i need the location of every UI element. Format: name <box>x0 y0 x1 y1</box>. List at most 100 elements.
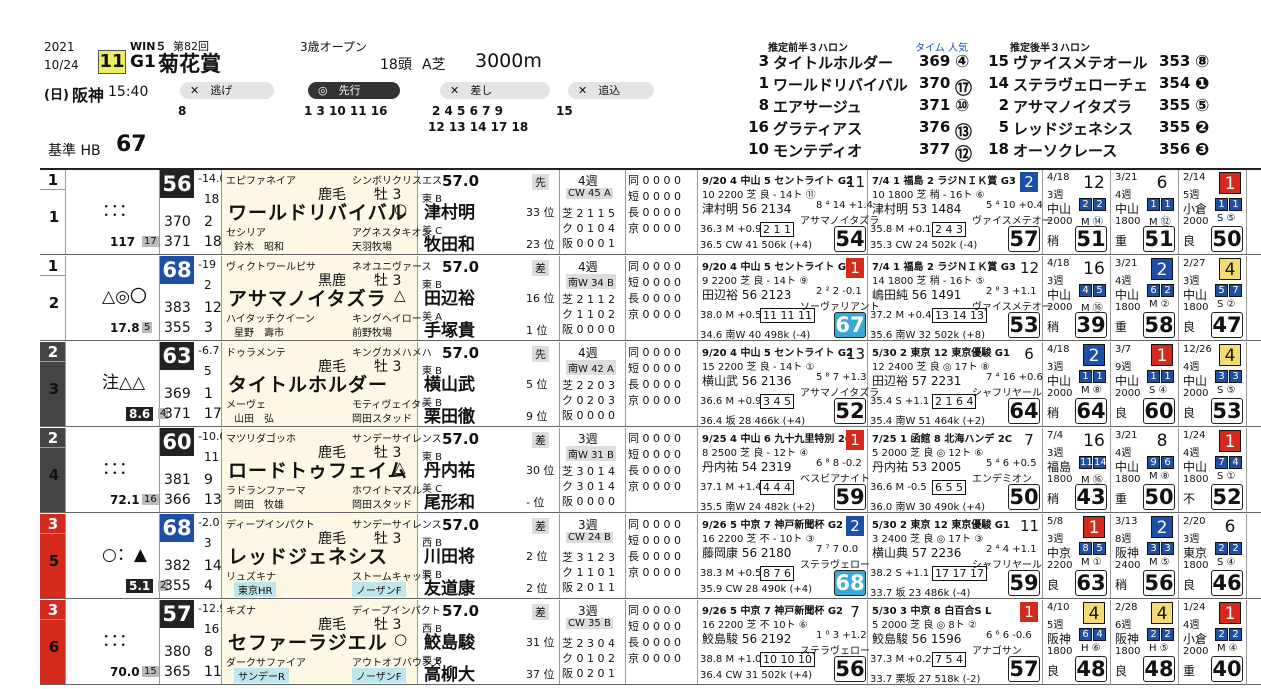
prediction-marks: ：：： <box>102 631 136 651</box>
prev2-conditions: 10 1800 芝 稍 - 16ト ⑥ <box>872 190 985 201</box>
prev1-lap: 38.0 M +0.5 <box>700 310 762 321</box>
prediction-marks-cell: ○：▲ 5.1 2 <box>66 514 169 598</box>
prev-race-2: 5/30 2 東京 12 東京優駿 G1 6 12 2400 芝 良 ◎ 17ト… <box>868 342 1043 427</box>
history-weeks: 3週 <box>1047 276 1064 287</box>
history-pace: M ⑤ <box>1149 557 1170 568</box>
trainer-name[interactable]: 牧田和 <box>424 230 475 255</box>
history-pace: S ② <box>1217 299 1236 310</box>
horse-row[interactable]: 2 3 注△△ 8.6 4 63 -6.7 5 369 1 371 17 ドゥラ… <box>40 342 1261 427</box>
prediction-marks: 注△△ <box>102 373 146 393</box>
history-finish: 1 <box>1219 172 1241 194</box>
history-finish: 16 <box>1083 431 1105 451</box>
running-style: 先 <box>532 174 549 190</box>
prev2-jockey-time: 丹内祐 53 2005 <box>872 460 962 474</box>
prev1-score: 67 <box>834 312 866 338</box>
ranking-popularity: ❶ <box>1195 74 1210 94</box>
horse-name[interactable]: タイトルホルダー <box>228 370 388 397</box>
speed-index: 57 <box>160 600 194 628</box>
horse-name[interactable]: ワールドリバイバル <box>228 198 408 225</box>
history-distance: 2200 <box>1047 560 1073 571</box>
carried-weight: 57.0 <box>442 258 480 276</box>
jockey-name[interactable]: 横山武 <box>424 370 475 395</box>
speed-rank: 3 <box>204 536 212 550</box>
prev1-winner: ステラヴェロー <box>800 560 870 571</box>
odds-popularity: 16 <box>142 494 159 505</box>
stat-kyoto: 京 0 0 0 0 <box>628 308 681 321</box>
course-record-1: 芝 2 2 0 3 <box>562 379 615 392</box>
jockey-name[interactable]: 川田将 <box>424 542 475 567</box>
trainer-rank: 1 位 <box>526 324 548 337</box>
history-h5: 12/26 4 4週 中山 3 3 2000 S ⑤ 良 53 <box>1179 342 1247 426</box>
prev1-jockey-time: 津村明 56 2134 <box>702 202 792 216</box>
history-date: 1/24 <box>1183 430 1206 441</box>
speed-index: 56 <box>160 170 194 198</box>
race-day: (日) <box>44 88 69 103</box>
jockey-name[interactable]: 丹内祐 <box>424 456 475 481</box>
prev2-margin: 2 ⁸ 3 +1.1 <box>986 286 1037 297</box>
jockey-name[interactable]: 田辺裕 <box>424 284 475 309</box>
carried-weight: 57.0 <box>442 172 480 190</box>
prev2-lap: 37.2 M +0.4 <box>870 310 932 321</box>
history-h3: 4/18 16 3週 中山 4 5 2000 M ⑯ 稍 39 <box>1043 256 1111 340</box>
history-venue: 中山 <box>1115 460 1140 474</box>
prev1-score: 56 <box>834 656 866 682</box>
prediction-marks-cell: ：：： 117 17 <box>66 170 160 254</box>
prev1-winner: ベスビアナイト <box>800 474 870 485</box>
history-pace: S ④ <box>1217 557 1236 568</box>
horse-row[interactable]: 1 2 △◎〇 17.8 5 68 -19 2 383 12 355 3 ヴィク… <box>40 256 1261 341</box>
trainer-name[interactable]: 友道康 <box>424 574 475 599</box>
horse-name[interactable]: セファーラジエル <box>228 628 388 655</box>
history-pace: H ⑥ <box>1081 643 1101 654</box>
stats-cell: 同 0 0 0 0 短 0 0 0 0 長 0 0 0 0 京 0 0 0 0 <box>626 342 698 426</box>
ranking-number: 18 <box>988 140 1009 158</box>
ranking-number: 10 <box>748 140 769 158</box>
horse-name[interactable]: ロードトゥフェイム <box>228 456 408 483</box>
history-weeks: 3週 <box>1047 534 1064 545</box>
prev1-passing: 8 7 6 <box>760 566 794 581</box>
prev1-conditions: 16 2200 芝 不 - 10ト ③ <box>702 534 815 545</box>
jockey-name[interactable]: 鮫島駿 <box>424 628 475 653</box>
trainer-name[interactable]: 尾形和 <box>424 488 475 513</box>
ranking-time: 356 <box>1159 140 1191 158</box>
ranking-horse-name: モンテディオ <box>773 142 862 160</box>
ranking-row: 10 モンテディオ 377 ⑫ <box>745 140 985 165</box>
dam: メーヴェ <box>226 400 266 411</box>
breeder: 前野牧場 <box>352 328 392 339</box>
history-date: 2/20 <box>1183 516 1206 527</box>
prev1-finish: 11 <box>846 173 866 191</box>
last-3f: 355 <box>164 578 191 594</box>
prediction-marks: ：：： <box>102 201 136 221</box>
prev2-last: 35.3 CW 24 502k (-4) <box>870 240 978 251</box>
history-h4: 3/13 2 8週 阪神 3 3 2400 M ⑤ 稍 56 <box>1111 514 1179 598</box>
history-finish: 1 <box>1219 430 1241 452</box>
horse-info-cell: マツリダゴッホ サンデーサイレンス 鹿毛 牡 3 ロードトゥフェイム △ ラドラ… <box>222 428 442 512</box>
prev2-lap: 36.6 M -0.5 <box>870 482 927 493</box>
first-3f-rank: 8 <box>204 644 213 660</box>
history-venue: 中山 <box>1183 460 1208 474</box>
horse-name[interactable]: アサマノイタズラ <box>228 284 387 311</box>
prev1-passing: 10 10 10 <box>760 652 815 667</box>
last-3f-rank: 13 <box>204 492 222 508</box>
race-time: 15:40 <box>108 84 149 100</box>
history-corner-2: 5 <box>1093 284 1106 297</box>
horse-mark: ○ <box>394 630 408 648</box>
horse-row[interactable]: 2 4 ：：： 72.1 16 60 -10.0 11 381 9 366 13… <box>40 428 1261 513</box>
trainer-name[interactable]: 栗田徹 <box>424 402 475 427</box>
trainer-name[interactable]: 手塚貴 <box>424 316 475 341</box>
horse-row[interactable]: 3 6 ：：： 70.0 15 57 -12.9 16 380 8 365 11… <box>40 600 1261 685</box>
history-corner-2: 14 <box>1093 456 1107 469</box>
pace-nige-horses: 8 <box>178 104 187 118</box>
umaban: 1 <box>48 208 60 226</box>
ranking-horse-name: ヴァイスメテオール <box>1013 54 1148 72</box>
horse-name[interactable]: レッドジェネシス <box>228 542 388 569</box>
history-finish: 16 <box>1083 259 1105 279</box>
horse-row[interactable]: 1 1 ：：： 117 17 56 -14.0 18 370 2 371 18 … <box>40 170 1261 255</box>
prev2-jockey-time: 鮫島駿 56 1596 <box>872 632 962 646</box>
speed-rank: 11 <box>204 450 220 464</box>
history-pace: H ⑤ <box>1149 643 1169 654</box>
jockey-name[interactable]: 津村明 <box>424 198 475 223</box>
history-corner-1: 7 <box>1215 456 1228 469</box>
horse-row[interactable]: 3 5 ○：▲ 5.1 2 68 -2.0 3 382 14 355 4 ディー… <box>40 514 1261 599</box>
race-venue: 阪神 <box>72 86 105 105</box>
trainer-name[interactable]: 高柳大 <box>424 660 475 685</box>
